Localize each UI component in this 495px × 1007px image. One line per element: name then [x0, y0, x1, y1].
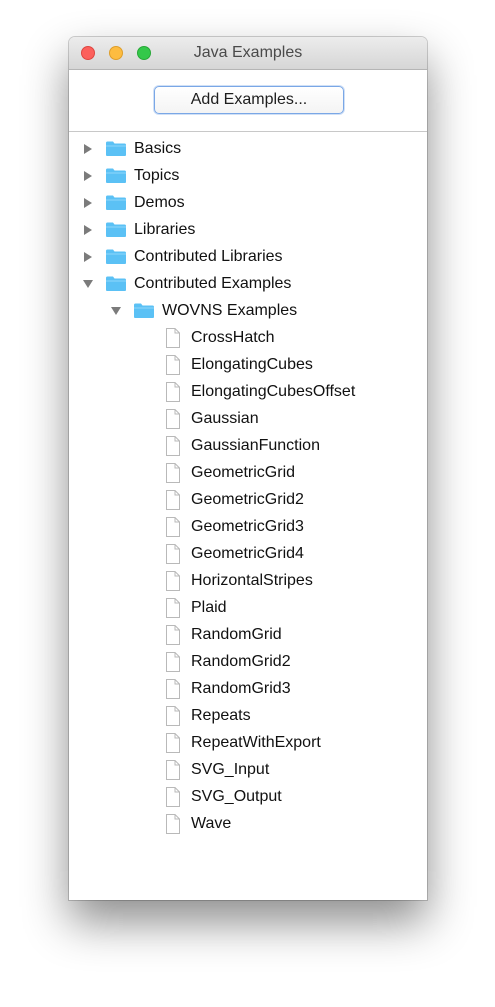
disclosure-collapsed-icon[interactable]: [82, 142, 94, 154]
tree-file-row[interactable]: Wave: [69, 810, 427, 837]
file-icon: [165, 652, 181, 672]
file-icon: [165, 760, 181, 780]
file-label: ElongatingCubesOffset: [191, 383, 356, 400]
file-label: GeometricGrid2: [191, 491, 304, 508]
disclosure-collapsed-icon[interactable]: [82, 250, 94, 262]
file-icon: [165, 328, 181, 348]
tree-file-row[interactable]: Repeats: [69, 702, 427, 729]
file-icon: [165, 598, 181, 618]
tree-file-row[interactable]: Plaid: [69, 594, 427, 621]
tree-folder-row[interactable]: Topics: [69, 162, 427, 189]
file-icon: [165, 571, 181, 591]
title-bar[interactable]: Java Examples: [69, 37, 427, 70]
tree-file-row[interactable]: RandomGrid3: [69, 675, 427, 702]
file-icon: [165, 706, 181, 726]
tree-file-row[interactable]: GeometricGrid3: [69, 513, 427, 540]
file-icon: [165, 814, 181, 834]
file-label: GeometricGrid4: [191, 545, 304, 562]
tree-folder-row[interactable]: Contributed Examples: [69, 270, 427, 297]
toolbar: Add Examples...: [69, 70, 427, 130]
tree-file-row[interactable]: GeometricGrid2: [69, 486, 427, 513]
file-label: GeometricGrid3: [191, 518, 304, 535]
file-label: SVG_Input: [191, 761, 270, 778]
disclosure-expanded-icon[interactable]: [82, 277, 94, 289]
file-label: CrossHatch: [191, 329, 275, 346]
tree-subfolder-row[interactable]: WOVNS Examples: [69, 297, 427, 324]
disclosure-collapsed-icon[interactable]: [82, 223, 94, 235]
file-icon: [165, 544, 181, 564]
file-label: RepeatWithExport: [191, 734, 321, 751]
file-icon: [165, 355, 181, 375]
file-label: HorizontalStripes: [191, 572, 313, 589]
folder-label: Demos: [134, 194, 185, 211]
tree-file-row[interactable]: Gaussian: [69, 405, 427, 432]
tree-file-row[interactable]: RandomGrid2: [69, 648, 427, 675]
file-label: SVG_Output: [191, 788, 282, 805]
file-icon: [165, 679, 181, 699]
file-icon: [165, 517, 181, 537]
file-label: RandomGrid2: [191, 653, 291, 670]
add-examples-button[interactable]: Add Examples...: [154, 86, 344, 114]
folder-icon: [105, 221, 127, 238]
folder-label: Contributed Examples: [134, 275, 292, 292]
tree-file-row[interactable]: ElongatingCubesOffset: [69, 378, 427, 405]
file-icon: [165, 787, 181, 807]
file-label: GeometricGrid: [191, 464, 296, 481]
tree-file-row[interactable]: HorizontalStripes: [69, 567, 427, 594]
tree-file-row[interactable]: CrossHatch: [69, 324, 427, 351]
folder-label: WOVNS Examples: [162, 302, 298, 319]
tree-file-row[interactable]: RepeatWithExport: [69, 729, 427, 756]
tree-folder-row[interactable]: Libraries: [69, 216, 427, 243]
disclosure-expanded-icon[interactable]: [110, 304, 122, 316]
file-icon: [165, 436, 181, 456]
file-label: ElongatingCubes: [191, 356, 313, 373]
tree-file-row[interactable]: GaussianFunction: [69, 432, 427, 459]
file-label: Plaid: [191, 599, 227, 616]
window-title: Java Examples: [193, 44, 303, 61]
folder-label: Basics: [134, 140, 182, 157]
folder-label: Libraries: [134, 221, 196, 238]
tree-file-row[interactable]: ElongatingCubes: [69, 351, 427, 378]
file-label: RandomGrid: [191, 626, 282, 643]
tree-file-row[interactable]: GeometricGrid4: [69, 540, 427, 567]
tree-file-row[interactable]: GeometricGrid: [69, 459, 427, 486]
folder-icon: [105, 248, 127, 265]
file-icon: [165, 463, 181, 483]
folder-icon: [105, 167, 127, 184]
file-icon: [165, 733, 181, 753]
tree-folder-row[interactable]: Basics: [69, 135, 427, 162]
folder-icon: [133, 302, 155, 319]
disclosure-collapsed-icon[interactable]: [82, 169, 94, 181]
file-label: Repeats: [191, 707, 251, 724]
folder-label: Contributed Libraries: [134, 248, 283, 265]
file-icon: [165, 625, 181, 645]
tree-file-row[interactable]: RandomGrid: [69, 621, 427, 648]
tree-file-row[interactable]: SVG_Output: [69, 783, 427, 810]
file-label: GaussianFunction: [191, 437, 320, 454]
tree-folder-row[interactable]: Demos: [69, 189, 427, 216]
file-label: RandomGrid3: [191, 680, 291, 697]
file-icon: [165, 409, 181, 429]
file-icon: [165, 382, 181, 402]
divider: [69, 131, 427, 132]
file-label: Gaussian: [191, 410, 259, 427]
folder-label: Topics: [134, 167, 180, 184]
disclosure-collapsed-icon[interactable]: [82, 196, 94, 208]
file-label: Wave: [191, 815, 232, 832]
folder-icon: [105, 140, 127, 157]
folder-icon: [105, 275, 127, 292]
java-examples-window: Java Examples Add Examples... Basics Topi…: [69, 37, 427, 900]
tree-folder-row[interactable]: Contributed Libraries: [69, 243, 427, 270]
folder-icon: [105, 194, 127, 211]
tree-file-row[interactable]: SVG_Input: [69, 756, 427, 783]
file-icon: [165, 490, 181, 510]
